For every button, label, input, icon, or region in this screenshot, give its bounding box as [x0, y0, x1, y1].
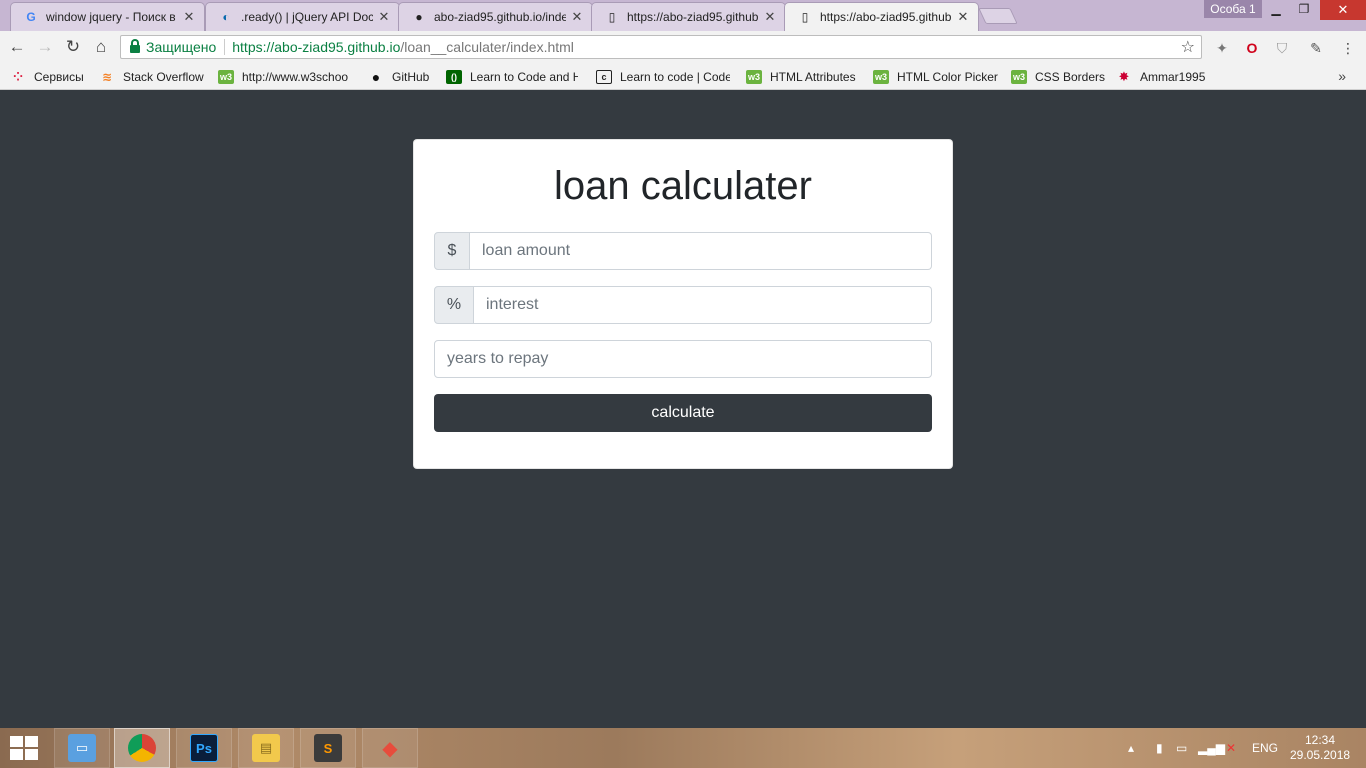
tab-title: window jquery - Поиск в — [46, 10, 176, 24]
windows-taskbar: ▭ Ps ▤ S ◆ ▴ ▮ ▭ ▂▄▆ ✕ ENG 12:34 29.05.2… — [0, 728, 1366, 768]
tab-loan-page[interactable]: ▯ https://abo-ziad95.github ✕ — [591, 2, 786, 31]
bookmark-codecademy[interactable]: c Learn to code | Code — [596, 68, 730, 85]
taskbar-explorer[interactable]: ▭ — [54, 728, 110, 768]
extension-icon[interactable]: ✦ — [1212, 38, 1232, 58]
close-icon[interactable]: ✕ — [570, 9, 584, 25]
loan-calculator-card: loan calculater $ loan amount % interest… — [413, 139, 953, 469]
shield-icon[interactable]: ⛉ — [1272, 38, 1292, 58]
years-group: years to repay — [434, 340, 932, 378]
tab-title: https://abo-ziad95.github — [820, 10, 952, 24]
page-icon: ▯ — [608, 10, 616, 24]
close-icon[interactable]: ✕ — [182, 9, 196, 25]
loan-amount-group: $ loan amount — [434, 232, 932, 270]
star-icon: ✸ — [1118, 68, 1130, 84]
interest-input[interactable]: interest — [474, 286, 932, 324]
photoshop-icon: Ps — [190, 734, 218, 762]
tab-github-page[interactable]: ● abo-ziad95.github.io/inde ✕ — [398, 2, 593, 31]
close-icon[interactable]: ✕ — [377, 9, 391, 25]
tab-loan-page-active[interactable]: ▯ https://abo-ziad95.github ✕ — [784, 2, 979, 31]
system-clock[interactable]: 12:34 29.05.2018 — [1290, 733, 1350, 763]
clock-date: 29.05.2018 — [1290, 748, 1351, 762]
tab-jquery-docs[interactable]: ◐ .ready() | jQuery API Docu ✕ — [205, 2, 400, 31]
forward-arrow-icon[interactable]: → — [33, 35, 57, 59]
calculate-button[interactable]: calculate — [434, 394, 932, 432]
browser-tab-strip: G window jquery - Поиск в ✕ ◐ .ready() |… — [0, 0, 1366, 31]
bookmark-stackoverflow[interactable]: ≋ Stack Overflow — [99, 68, 204, 85]
tab-title: abo-ziad95.github.io/inde — [434, 10, 566, 24]
dollar-addon: $ — [434, 232, 470, 270]
bookmark-freecodecamp[interactable]: () Learn to Code and H — [446, 68, 578, 85]
monitor-icon[interactable]: ▭ — [1176, 728, 1187, 768]
taskbar-file-manager[interactable]: ▤ — [238, 728, 294, 768]
more-bookmarks-icon[interactable]: » — [1338, 68, 1346, 84]
opera-icon[interactable]: O — [1242, 38, 1262, 58]
folder-icon: ▤ — [252, 734, 280, 762]
github-icon: ● — [371, 68, 381, 85]
window-close-button[interactable]: ✕ — [1320, 0, 1366, 20]
bookmark-w3schools[interactable]: w3 http://www.w3schoo — [218, 68, 352, 85]
bookmark-star-icon[interactable]: ☆ — [1181, 37, 1195, 57]
url-host: https://abo-ziad95.github.io — [232, 39, 401, 55]
address-bar[interactable]: Защищено https://abo-ziad95.github.io /l… — [120, 35, 1202, 59]
url-path: /loan__calculater/index.html — [400, 39, 574, 55]
taskbar-git-client[interactable]: ◆ — [362, 728, 418, 768]
bookmarks-bar: ⁘ Сервисы ≋ Stack Overflow w3 http://www… — [0, 63, 1366, 90]
percent-addon: % — [434, 286, 474, 324]
show-hidden-icons[interactable]: ▴ — [1128, 728, 1134, 768]
close-icon[interactable]: ✕ — [763, 9, 777, 25]
bookmark-apps[interactable]: ⁘ Сервисы — [10, 68, 84, 85]
menu-icon[interactable]: ⋮ — [1338, 38, 1358, 58]
reload-icon[interactable]: ↻ — [61, 35, 85, 59]
codecademy-icon: c — [596, 69, 612, 84]
browser-toolbar: ← → ↻ ⌂ Защищено https://abo-ziad95.gith… — [0, 31, 1366, 63]
bookmark-html-color-picker[interactable]: w3 HTML Color Picker — [873, 68, 998, 85]
minimize-icon[interactable]: ▁ — [1262, 0, 1290, 18]
signal-icon[interactable]: ▂▄▆ — [1198, 728, 1225, 768]
w3schools-icon: w3 — [1011, 69, 1027, 84]
github-icon: ● — [415, 10, 423, 24]
page-title: loan calculater — [554, 164, 812, 208]
page-icon: ▯ — [801, 10, 809, 24]
bookmark-ammar1995[interactable]: ✸ Ammar1995 — [1116, 68, 1206, 85]
w3schools-icon: w3 — [873, 69, 889, 84]
windows-start-icon[interactable] — [10, 736, 38, 760]
clock-time: 12:34 — [1304, 733, 1336, 747]
apps-icon: ⁘ — [12, 69, 24, 84]
stackoverflow-icon: ≋ — [101, 69, 113, 84]
profile-button[interactable]: Особа 1 — [1204, 0, 1262, 18]
bookmark-css-borders[interactable]: w3 CSS Borders — [1011, 68, 1105, 85]
new-tab-button[interactable] — [978, 8, 1018, 24]
bookmark-github[interactable]: ● GitHub — [368, 68, 430, 85]
back-arrow-icon[interactable]: ← — [5, 35, 29, 59]
tab-google-search[interactable]: G window jquery - Поиск в ✕ — [10, 2, 205, 31]
sound-muted-icon[interactable]: ✕ — [1226, 728, 1236, 768]
lock-icon — [130, 39, 140, 53]
loan-amount-input[interactable]: loan amount — [470, 232, 932, 270]
google-icon: G — [26, 10, 36, 24]
years-to-repay-input[interactable]: years to repay — [434, 340, 932, 378]
taskbar-photoshop[interactable]: Ps — [176, 728, 232, 768]
home-icon[interactable]: ⌂ — [89, 35, 113, 59]
close-icon[interactable]: ✕ — [956, 9, 970, 25]
tab-title: .ready() | jQuery API Docu — [241, 10, 373, 24]
git-client-icon: ◆ — [382, 737, 398, 760]
battery-icon[interactable]: ▮ — [1156, 728, 1163, 768]
language-indicator[interactable]: ENG — [1252, 728, 1278, 768]
bookmark-html-attributes[interactable]: w3 HTML Attributes — [746, 68, 856, 85]
chrome-icon — [128, 734, 156, 762]
w3schools-icon: w3 — [746, 69, 762, 84]
explorer-icon: ▭ — [68, 734, 96, 762]
freecodecamp-icon: () — [446, 69, 462, 84]
taskbar-sublime-text[interactable]: S — [300, 728, 356, 768]
jquery-icon: ◐ — [222, 10, 230, 24]
tab-title: https://abo-ziad95.github — [627, 10, 759, 24]
secure-label: Защищено — [146, 39, 217, 55]
divider — [224, 39, 226, 55]
restore-icon[interactable]: ❐ — [1290, 0, 1318, 18]
eyedropper-icon[interactable]: ✎ — [1306, 38, 1326, 58]
taskbar-chrome[interactable] — [114, 728, 170, 768]
sublime-text-icon: S — [314, 734, 342, 762]
w3schools-icon: w3 — [218, 69, 234, 84]
interest-group: % interest — [434, 286, 932, 324]
